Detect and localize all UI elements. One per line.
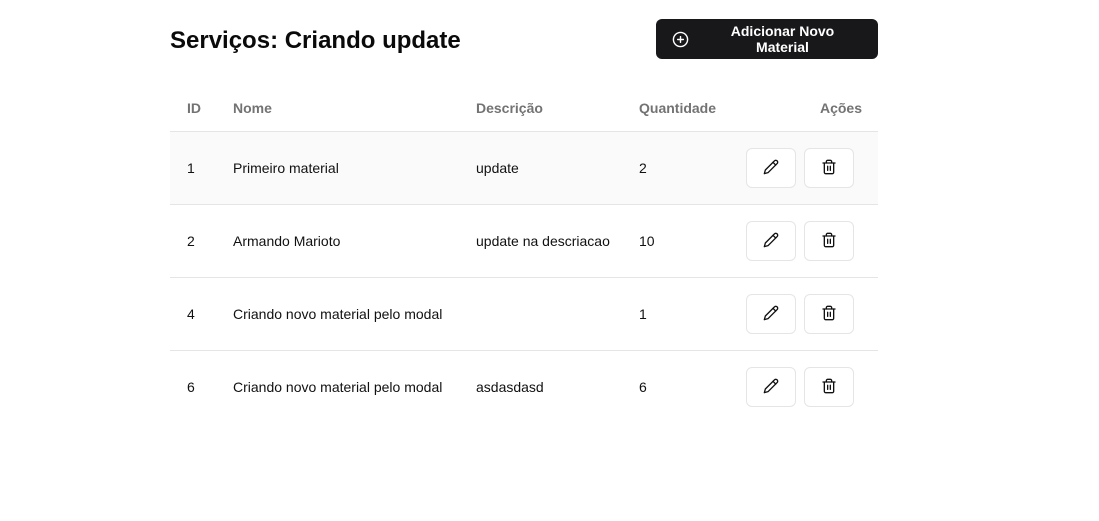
cell-nome: Primeiro material <box>233 131 476 205</box>
page-title: Serviços: Criando update <box>170 27 461 54</box>
column-header-id: ID <box>170 84 233 132</box>
row-actions <box>746 294 854 334</box>
delete-button[interactable] <box>804 221 854 261</box>
cell-quantidade: 2 <box>639 131 740 205</box>
cell-id: 2 <box>170 204 233 278</box>
edit-button[interactable] <box>746 367 796 407</box>
pencil-icon <box>763 159 779 178</box>
cell-quantidade: 1 <box>639 277 740 351</box>
trash-icon <box>821 159 837 178</box>
trash-icon <box>821 232 837 251</box>
delete-button[interactable] <box>804 367 854 407</box>
delete-button[interactable] <box>804 294 854 334</box>
cell-id: 4 <box>170 277 233 351</box>
cell-actions <box>740 351 878 424</box>
cell-id: 1 <box>170 131 233 205</box>
page-header: Serviços: Criando update Adicionar Novo … <box>170 0 878 80</box>
add-material-button[interactable]: Adicionar Novo Material <box>656 19 878 59</box>
trash-icon <box>821 305 837 324</box>
column-header-nome: Nome <box>233 84 476 132</box>
trash-icon <box>821 378 837 397</box>
delete-button[interactable] <box>804 148 854 188</box>
pencil-icon <box>763 232 779 251</box>
cell-actions <box>740 131 878 205</box>
column-header-quantidade: Quantidade <box>639 84 740 132</box>
table-row: 4 Criando novo material pelo modal 1 <box>170 277 878 351</box>
cell-quantidade: 10 <box>639 204 740 278</box>
cell-nome: Criando novo material pelo modal <box>233 277 476 351</box>
materials-panel: Serviços: Criando update Adicionar Novo … <box>170 0 878 407</box>
edit-button[interactable] <box>746 148 796 188</box>
cell-id: 6 <box>187 379 195 395</box>
edit-button[interactable] <box>746 294 796 334</box>
cell-descricao: update na descriacao <box>476 204 639 278</box>
table-header-row: ID Nome Descrição Quantidade Ações <box>170 84 878 132</box>
table-row: 1 Primeiro material update 2 <box>170 131 878 205</box>
table-row: 2 Armando Marioto update na descriacao 1… <box>170 204 878 278</box>
cell-descricao <box>476 277 639 351</box>
row-actions <box>746 221 854 261</box>
add-material-label: Adicionar Novo Material <box>730 23 835 55</box>
cell-descricao: asdasdasd <box>476 379 544 395</box>
pencil-icon <box>763 378 779 397</box>
plus-circle-icon <box>672 31 689 48</box>
page: Serviços: Criando update Adicionar Novo … <box>0 0 1099 521</box>
row-actions <box>746 148 854 188</box>
table-row: 6 Criando novo material pelo modal asdas… <box>170 351 878 424</box>
cell-descricao: update <box>476 131 639 205</box>
cell-quantidade: 6 <box>639 379 647 395</box>
cell-actions <box>740 277 878 351</box>
column-header-acoes: Ações <box>740 84 878 132</box>
cell-nome: Armando Marioto <box>233 204 476 278</box>
materials-table: ID Nome Descrição Quantidade Ações 1 Pri… <box>170 84 878 423</box>
edit-button[interactable] <box>746 221 796 261</box>
pencil-icon <box>763 305 779 324</box>
cell-actions <box>740 204 878 278</box>
column-header-descricao: Descrição <box>476 84 639 132</box>
row-actions <box>746 367 854 407</box>
cell-nome: Criando novo material pelo modal <box>233 379 443 395</box>
